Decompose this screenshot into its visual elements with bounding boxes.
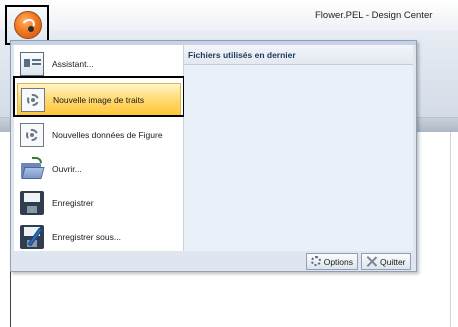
app-window: Flower.PEL - Design Center Assistant... — [0, 0, 458, 327]
options-gear-icon — [311, 256, 321, 267]
window-title: Flower.PEL - Design Center — [315, 10, 433, 21]
menu-item-label: Enregistrer — [52, 197, 94, 208]
application-orb-icon — [14, 11, 42, 39]
quit-x-icon — [366, 256, 377, 267]
menu-item-save-as[interactable]: Enregistrer sous... — [14, 220, 184, 253]
options-label: Options — [323, 256, 353, 267]
open-folder-icon — [20, 156, 45, 181]
menu-item-label: Enregistrer sous... — [52, 231, 121, 242]
new-figure-data-icon — [20, 122, 44, 147]
selection-outline — [13, 76, 185, 117]
quit-label: Quitter — [380, 256, 406, 267]
application-menu: Assistant... Nouvelle image de traits No… — [10, 40, 417, 272]
menu-item-label: Assistant... — [52, 58, 94, 69]
menu-item-open[interactable]: Ouvrir... — [14, 152, 184, 185]
application-button[interactable] — [5, 5, 49, 45]
orb-dot — [28, 26, 34, 32]
menu-item-new-figure-data[interactable]: Nouvelles données de Figure — [14, 118, 184, 151]
save-as-icon — [20, 224, 44, 249]
menu-item-label: Nouvelles données de Figure — [52, 129, 163, 140]
menu-item-label: Ouvrir... — [52, 163, 82, 174]
title-bar: Flower.PEL - Design Center — [0, 0, 458, 30]
options-button[interactable]: Options — [306, 253, 358, 270]
assistant-icon — [20, 51, 44, 76]
recent-files-title: Fichiers utilisés en dernier — [184, 45, 413, 65]
save-disk-icon — [20, 190, 44, 215]
recent-files-panel: Fichiers utilisés en dernier — [184, 45, 413, 251]
workspace-divider — [450, 132, 451, 327]
quit-button[interactable]: Quitter — [361, 253, 411, 270]
menu-item-save[interactable]: Enregistrer — [14, 186, 184, 219]
